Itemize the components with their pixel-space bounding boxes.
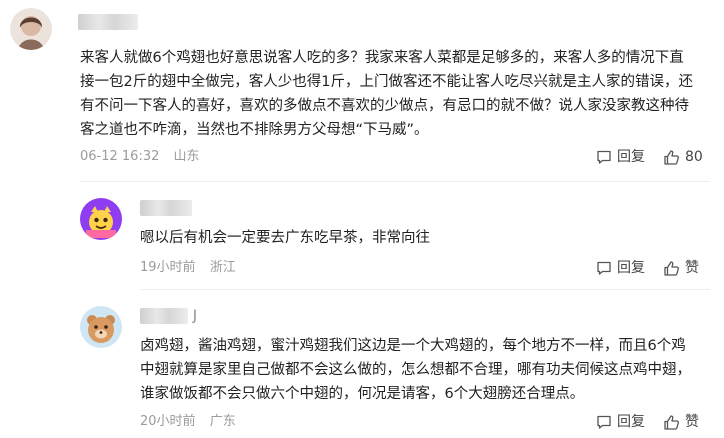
like-button[interactable]: 赞 bbox=[663, 413, 699, 431]
comment-time: 06-12 16:32 bbox=[80, 149, 160, 164]
user-avatar[interactable] bbox=[80, 198, 122, 240]
comment-meta: 06-12 16:32 山东 bbox=[80, 148, 200, 166]
username-blurred[interactable] bbox=[140, 200, 192, 216]
like-button[interactable]: 赞 bbox=[663, 259, 699, 277]
comment-time: 20小时前 bbox=[140, 414, 196, 429]
comment-text-line: 嗯以后有机会一定要去广东吃早茶，非常向往 bbox=[140, 230, 430, 246]
reply-button[interactable]: 回复 bbox=[596, 148, 645, 166]
reply-label: 回复 bbox=[617, 260, 645, 276]
comment-item: 嗯以后有机会一定要去广东吃早茶，非常向往 19小时前 浙江 回复 赞 bbox=[0, 182, 724, 288]
comment-text-line: 来客人就做6个鸡翅也好意思说客人吃的多？我家来客人菜都是足够多的，来客人多的情况… bbox=[80, 50, 684, 66]
like-label: 赞 bbox=[685, 414, 699, 430]
comment-text-line: 接一包2斤的翅中全做完，客人少也得1斤，上门做客还不能让客人吃尽兴就是主人家的错… bbox=[80, 74, 693, 90]
comment-meta: 19小时前 浙江 bbox=[140, 259, 236, 277]
thumbs-up-icon bbox=[664, 414, 679, 430]
like-count: 80 bbox=[685, 149, 703, 165]
like-button[interactable]: 80 bbox=[663, 148, 703, 166]
comment-text-line: 卤鸡翅，酱油鸡翅，蜜汁鸡翅我们这边是一个大鸡翅的，每个地方不一样，而且6个鸡 bbox=[140, 338, 686, 354]
comment-time: 19小时前 bbox=[140, 260, 196, 275]
reply-button[interactable]: 回复 bbox=[596, 259, 645, 277]
comment-bubble-icon bbox=[597, 261, 611, 275]
thumbs-up-icon bbox=[664, 149, 679, 165]
reply-label: 回复 bbox=[617, 414, 645, 430]
comment-meta: 20小时前 广东 bbox=[140, 413, 236, 431]
username-tail: J bbox=[192, 308, 197, 324]
comment-location: 山东 bbox=[173, 149, 200, 164]
user-avatar[interactable] bbox=[80, 306, 122, 348]
reply-label: 回复 bbox=[617, 149, 645, 165]
thumbs-up-icon bbox=[664, 260, 679, 276]
comment-text-line: 中翅就算是家里自己做都不会这么做的，怎么想都不合理，哪有功夫伺候这点鸡中翅， bbox=[140, 362, 691, 378]
comment-text: 嗯以后有机会一定要去广东吃早茶，非常向往 bbox=[140, 226, 430, 250]
comment-location: 浙江 bbox=[209, 260, 236, 275]
username-blurred[interactable]: J bbox=[140, 308, 197, 324]
comment-text: 卤鸡翅，酱油鸡翅，蜜汁鸡翅我们这边是一个大鸡翅的，每个地方不一样，而且6个鸡 中… bbox=[140, 334, 691, 406]
comment-text-line: 客之道也不咋滴，当然也不排除男方父母想“下马威”。 bbox=[80, 122, 429, 138]
comment-text: 来客人就做6个鸡翅也好意思说客人吃的多？我家来客人菜都是足够多的，来客人多的情况… bbox=[80, 46, 693, 142]
comment-item: 来客人就做6个鸡翅也好意思说客人吃的多？我家来客人菜都是足够多的，来客人多的情况… bbox=[0, 0, 724, 180]
comment-bubble-icon bbox=[597, 415, 611, 429]
comment-item: J 卤鸡翅，酱油鸡翅，蜜汁鸡翅我们这边是一个大鸡翅的，每个地方不一样，而且6个鸡… bbox=[0, 290, 724, 438]
comment-text-line: 谁家做饭都不会只做六个中翅的，何况是请客，6个大翅膀还合理点。 bbox=[140, 386, 585, 402]
like-label: 赞 bbox=[685, 260, 699, 276]
comment-location: 广东 bbox=[209, 414, 236, 429]
reply-button[interactable]: 回复 bbox=[596, 413, 645, 431]
user-avatar[interactable] bbox=[10, 8, 52, 50]
comment-bubble-icon bbox=[597, 150, 611, 164]
comment-text-line: 有不问一下客人的喜好，喜欢的多做点不喜欢的少做点，有忌口的就不做？说人家没家教这… bbox=[80, 98, 689, 114]
username-blurred[interactable] bbox=[78, 14, 138, 30]
